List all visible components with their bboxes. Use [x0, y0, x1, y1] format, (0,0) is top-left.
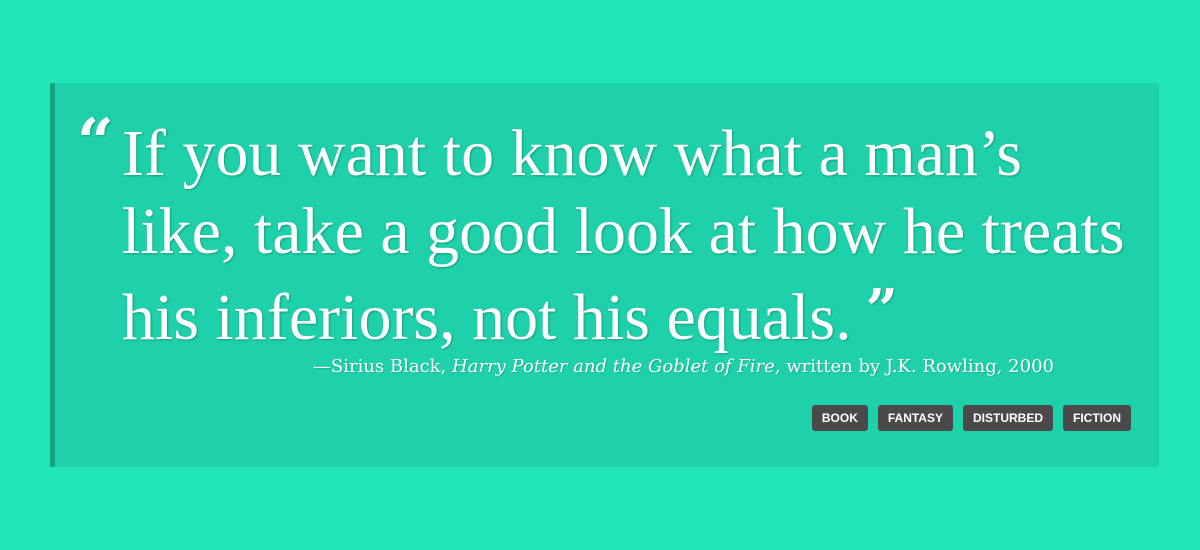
tag-list: BOOK FANTASY DISTURBED FICTION: [811, 405, 1131, 431]
quote-card: “ If you want to know what a man’s like,…: [50, 83, 1159, 467]
quote-text: If you want to know what a man’s like, t…: [122, 115, 1142, 357]
attribution-details: , written by J.K. Rowling, 2000: [774, 356, 1054, 377]
tag-disturbed[interactable]: DISTURBED: [962, 405, 1053, 431]
attribution-author: —Sirius Black,: [312, 356, 453, 377]
tag-fantasy[interactable]: FANTASY: [877, 405, 953, 431]
close-quote-icon: ”: [865, 277, 898, 343]
tag-fiction[interactable]: FICTION: [1063, 405, 1131, 431]
attribution-work: Harry Potter and the Goblet of Fire: [452, 356, 775, 377]
quote-attribution: —Sirius Black, Harry Potter and the Gobl…: [313, 356, 1054, 377]
tag-book[interactable]: BOOK: [811, 405, 868, 431]
quote-body: If you want to know what a man’s like, t…: [122, 117, 1125, 354]
open-quote-icon: “: [77, 105, 114, 180]
